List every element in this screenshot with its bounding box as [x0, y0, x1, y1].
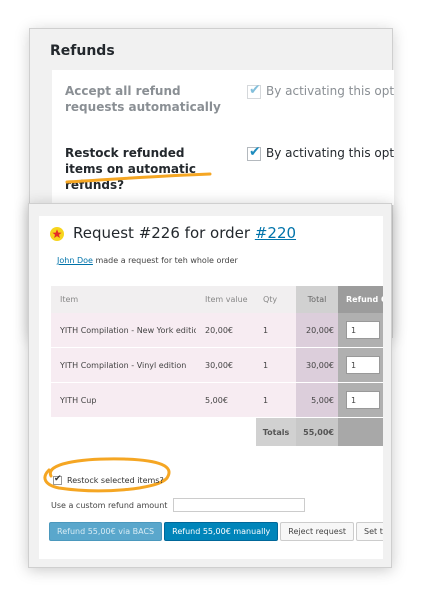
item-qty: 1 [253, 383, 296, 418]
checkmark-icon: ✔ [249, 82, 261, 98]
refund-qty-input[interactable]: 1 [346, 391, 380, 409]
checkmark-icon: ✔ [54, 474, 62, 484]
table-row: YITH Cup 5,00€ 1 5,00€ 1 [51, 383, 383, 418]
totals-value: 55,00€ [296, 418, 338, 446]
item-total: 30,00€ [296, 348, 338, 383]
restock-selected-checkbox[interactable]: ✔ [53, 474, 62, 485]
refund-qty-cell: 1 [338, 313, 383, 348]
item-value: 20,00€ [196, 313, 253, 348]
reject-request-button[interactable]: Reject request [280, 522, 355, 541]
header-total: Total [296, 286, 338, 313]
request-title-text: Request #226 for order [73, 224, 255, 242]
header-qty: Qty [253, 286, 296, 313]
action-buttons: Refund 55,00€ via BACS Refund 55,00€ man… [49, 522, 383, 541]
item-value: 5,00€ [196, 383, 253, 418]
custom-amount-row: Use a custom refund amount [51, 498, 306, 512]
checkmark-icon: ✔ [249, 144, 261, 160]
item-qty: 1 [253, 348, 296, 383]
custom-amount-input[interactable] [173, 498, 306, 512]
request-title: Request #226 for order #220 [73, 224, 296, 242]
subtitle-text: made a request for teh whole order [92, 256, 238, 265]
header-refund-qty: Refund Qty [338, 286, 383, 313]
refund-qty-cell: 1 [338, 348, 383, 383]
header-item-value: Item value [196, 286, 253, 313]
refund-qty-input[interactable]: 1 [346, 356, 380, 374]
setting-description: By activating this option [266, 84, 394, 98]
settings-title: Refunds [50, 43, 115, 59]
totals-refund-cell [338, 418, 383, 446]
item-name: YITH Cup [51, 383, 196, 418]
setting-description: By activating this option [266, 146, 394, 160]
customer-link[interactable]: John Doe [57, 256, 93, 265]
star-icon [50, 227, 64, 241]
refund-bacs-button[interactable]: Refund 55,00€ via BACS [49, 522, 163, 541]
table-row: YITH Compilation - Vinyl edition 30,00€ … [51, 348, 383, 383]
item-total: 5,00€ [296, 383, 338, 418]
order-link[interactable]: #220 [255, 224, 296, 242]
totals-label: Totals [256, 418, 296, 446]
table-row: YITH Compilation - New York edition 20,0… [51, 313, 383, 348]
refund-request-card: Request #226 for order #220 John Doe mad… [39, 216, 383, 559]
refund-qty-input[interactable]: 1 [346, 321, 380, 339]
restock-selected-row: ✔ Restock selected items? [53, 474, 164, 485]
item-name: YITH Compilation - New York edition [51, 313, 203, 348]
restock-selected-label: Restock selected items? [67, 476, 164, 485]
auto-accept-checkbox[interactable]: ✔ [247, 82, 261, 99]
refund-qty-cell: 1 [338, 383, 383, 418]
set-processing-button[interactable]: Set to processing [356, 522, 383, 541]
restock-auto-checkbox[interactable]: ✔ [247, 144, 261, 161]
item-value: 30,00€ [196, 348, 253, 383]
totals-row: Totals 55,00€ [51, 418, 383, 446]
header-item: Item [51, 286, 196, 313]
request-subtitle: John Doe made a request for teh whole or… [57, 256, 238, 265]
refund-request-panel: Request #226 for order #220 John Doe mad… [28, 203, 392, 568]
highlight-underline [65, 172, 212, 184]
item-total: 20,00€ [296, 313, 338, 348]
custom-amount-label: Use a custom refund amount [51, 500, 168, 510]
item-name: YITH Compilation - Vinyl edition [51, 348, 196, 383]
table-header-row: Item Item value Qty Total Refund Qty [51, 286, 383, 313]
setting-label: Accept all refund requests automatically [65, 84, 221, 114]
item-qty: 1 [253, 313, 296, 348]
refund-manually-button[interactable]: Refund 55,00€ manually [164, 522, 279, 541]
